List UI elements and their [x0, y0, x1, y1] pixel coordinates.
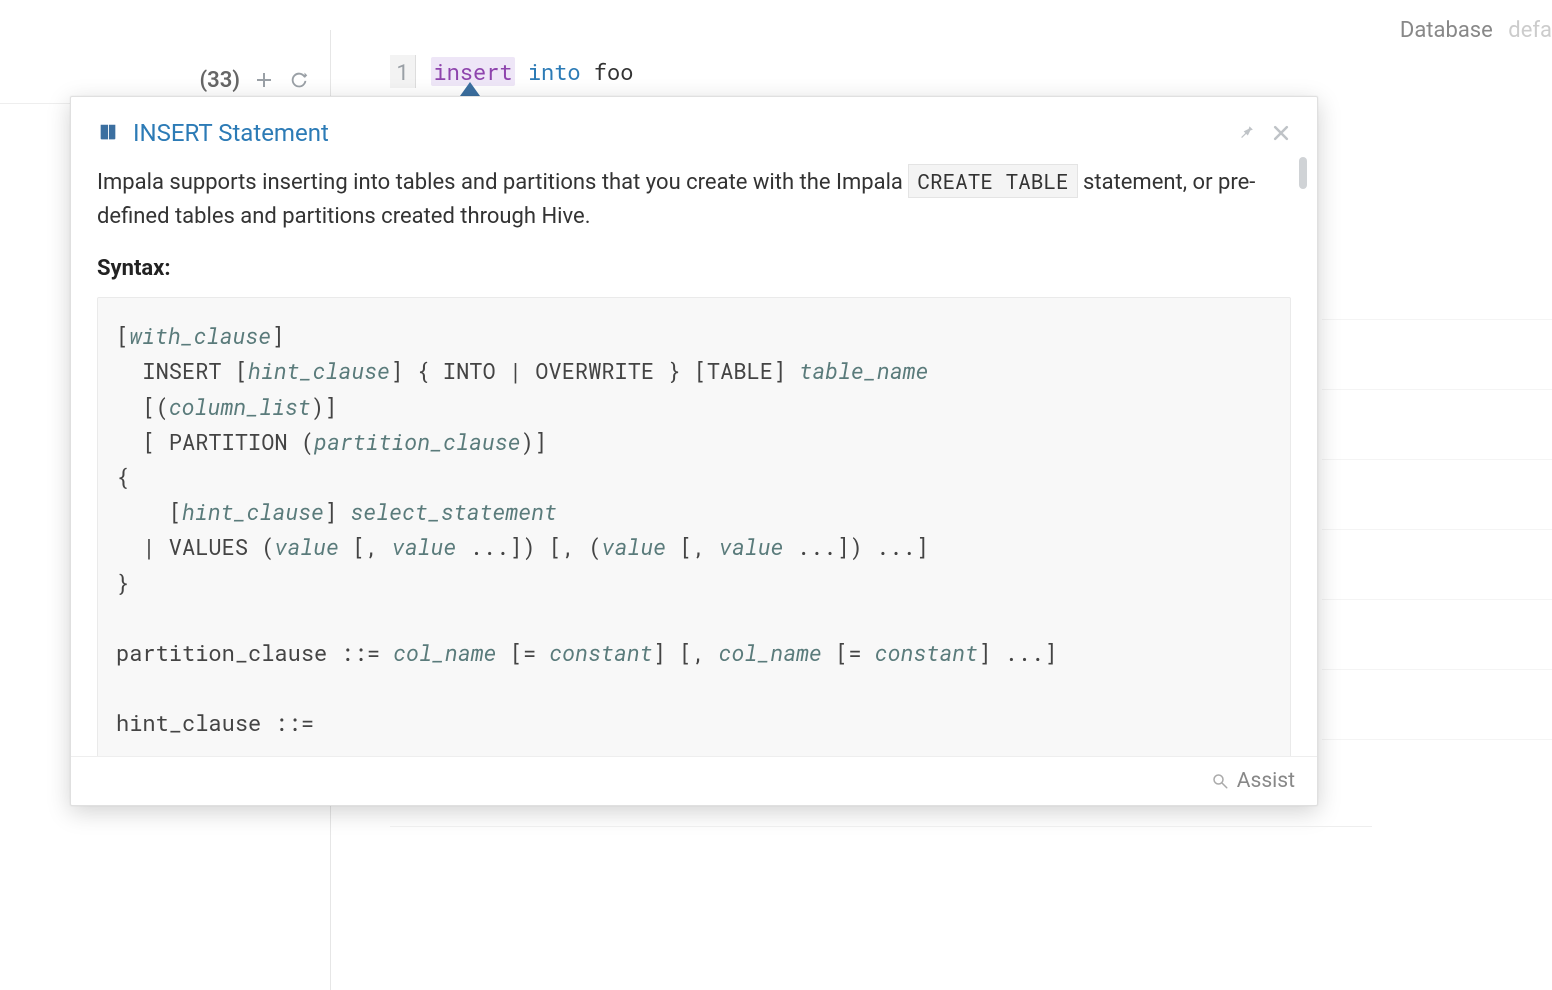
tooltip-title[interactable]: INSERT Statement — [133, 119, 329, 147]
assist-link[interactable]: Assist — [1237, 769, 1295, 793]
database-value: defa — [1508, 18, 1552, 43]
inline-code: CREATE TABLE — [908, 164, 1077, 198]
token-table: foo — [594, 57, 634, 86]
book-icon — [97, 122, 119, 144]
scrollbar-thumb[interactable] — [1299, 157, 1307, 189]
line-number: 1 — [390, 55, 416, 88]
doc-tooltip: INSERT Statement Impala supports inserti… — [70, 96, 1318, 806]
tooltip-pointer — [460, 82, 480, 96]
table-count: (33) — [200, 68, 241, 93]
sql-editor[interactable]: 1 insert into foo — [390, 55, 633, 88]
desc-pre: Impala supports inserting into tables an… — [97, 170, 908, 195]
refresh-icon[interactable] — [288, 69, 310, 91]
search-icon[interactable] — [1211, 772, 1229, 790]
tooltip-description: Impala supports inserting into tables an… — [97, 165, 1291, 234]
divider — [0, 103, 70, 104]
background-rows — [1322, 250, 1552, 740]
close-icon[interactable] — [1271, 123, 1291, 143]
syntax-label: Syntax: — [97, 256, 1291, 281]
tooltip-footer: Assist — [71, 756, 1317, 805]
divider — [390, 826, 1372, 827]
pin-icon[interactable] — [1237, 123, 1257, 143]
database-selector[interactable]: Database defa — [1400, 0, 1552, 43]
database-label: Database — [1400, 18, 1493, 43]
token-into: into — [528, 57, 581, 86]
add-icon[interactable] — [254, 70, 274, 90]
syntax-box: [with_clause] INSERT [hint_clause] { INT… — [97, 297, 1291, 756]
